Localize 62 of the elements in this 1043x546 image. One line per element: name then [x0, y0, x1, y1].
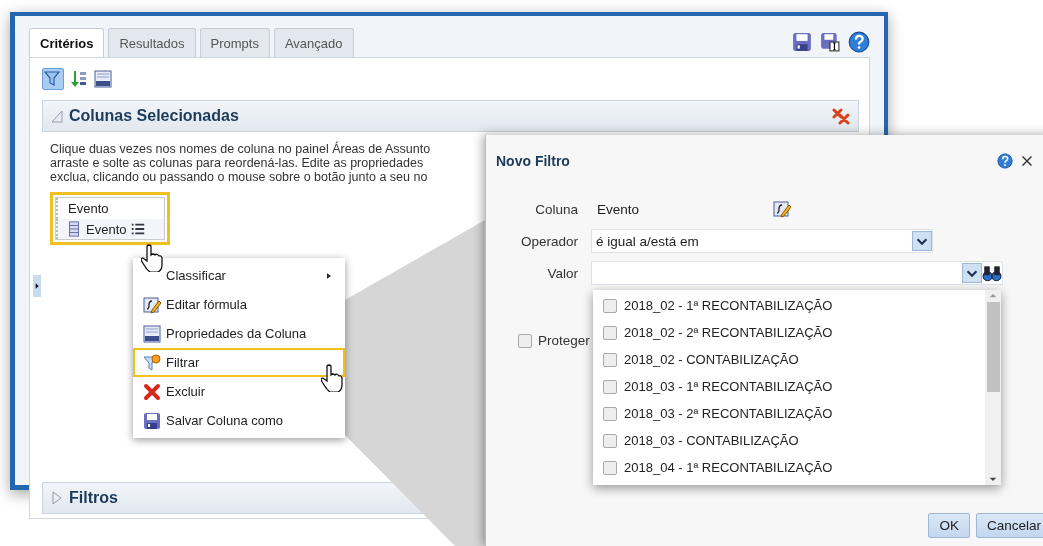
play-triangle-icon — [33, 281, 41, 291]
help-icon[interactable] — [848, 31, 870, 53]
menu-item[interactable]: Editar fórmula — [133, 290, 345, 319]
column-properties-icon — [94, 70, 112, 88]
tab[interactable]: Prompts — [199, 28, 270, 57]
checkbox[interactable] — [603, 379, 617, 394]
checkbox[interactable] — [603, 406, 617, 421]
expand-handle[interactable] — [33, 275, 41, 297]
column-icon — [66, 221, 82, 237]
formula-icon — [143, 295, 161, 314]
field-label: Coluna — [534, 201, 579, 217]
checkbox[interactable] — [603, 433, 617, 448]
option-label[interactable]: 2018_03 - 1ª RECONTABILIZAÇÃO — [624, 379, 833, 394]
checkbox[interactable] — [603, 298, 617, 313]
save-icon — [143, 411, 161, 430]
dialog-button[interactable]: OK — [928, 513, 970, 538]
instruction-text: exclua, clicando ou passando o mouse sobre o botão junto a seu no — [50, 170, 428, 184]
tab[interactable]: Avançado — [273, 28, 354, 57]
option-label[interactable]: 2018_02 - CONTABILIZAÇÃO — [624, 352, 799, 367]
menu-item[interactable]: Classificar — [133, 261, 345, 290]
column-properties-icon — [143, 324, 161, 343]
dialog-title: Novo Filtro — [496, 153, 571, 169]
filter-add-icon — [143, 353, 161, 372]
menu-item[interactable]: Excluir — [133, 377, 345, 406]
formula-icon[interactable] — [773, 200, 791, 218]
menu-item[interactable]: Propriedades da Coluna — [133, 319, 345, 348]
tab[interactable]: Resultados — [108, 28, 196, 57]
remove-all-icon[interactable] — [832, 107, 850, 125]
collapse-triangle-icon[interactable] — [51, 109, 63, 123]
dialog-button[interactable]: Cancelar — [975, 513, 1043, 538]
option-label[interactable]: 2018_02 - 2ª RECONTABILIZAÇÃO — [624, 325, 833, 340]
column-value: Evento — [596, 200, 641, 219]
option-label[interactable]: 2018_03 - 2ª RECONTABILIZAÇÃO — [624, 406, 833, 421]
checkbox[interactable] — [603, 460, 617, 475]
option-label[interactable]: 2018_02 - 1ª RECONTABILIZAÇÃO — [624, 298, 833, 313]
checkbox[interactable] — [518, 333, 532, 348]
instruction-text: Clique duas vezes nos nomes de coluna no painel Áreas de Assunto — [50, 142, 431, 156]
checkbox[interactable] — [603, 325, 617, 340]
filter-button[interactable] — [42, 68, 64, 90]
tab[interactable]: Critérios — [29, 28, 105, 57]
field-label: Operador — [519, 233, 579, 249]
checkbox-label: Proteger — [538, 333, 590, 348]
value-dropdown[interactable] — [591, 261, 1003, 285]
option-label[interactable]: 2018_04 - 1ª RECONTABILIZAÇÃO — [624, 460, 833, 475]
binoculars-icon[interactable] — [982, 263, 1002, 283]
instruction-text: arraste e solte as colunas para reordená-las. Edite as propriedades — [50, 156, 424, 170]
field-label: Valor — [546, 265, 579, 281]
checkbox[interactable] — [603, 352, 617, 367]
option-label[interactable]: 2018_03 - CONTABILIZAÇÃO — [624, 433, 799, 448]
column-properties-button[interactable] — [92, 68, 114, 90]
menu-item[interactable]: Salvar Coluna como — [133, 406, 345, 435]
sort-icon — [69, 70, 87, 88]
operator-dropdown[interactable]: é igual a/está em — [591, 229, 933, 253]
help-icon[interactable] — [997, 153, 1013, 169]
scrollbar[interactable] — [985, 290, 1001, 485]
save-icon[interactable] — [792, 32, 812, 52]
list-menu-icon[interactable] — [130, 221, 147, 237]
filter-icon — [44, 70, 62, 88]
expand-triangle-icon[interactable] — [51, 491, 63, 505]
save-as-icon[interactable] — [820, 32, 840, 52]
delete-icon — [143, 382, 161, 401]
menu-item[interactable]: Filtrar — [133, 348, 345, 377]
